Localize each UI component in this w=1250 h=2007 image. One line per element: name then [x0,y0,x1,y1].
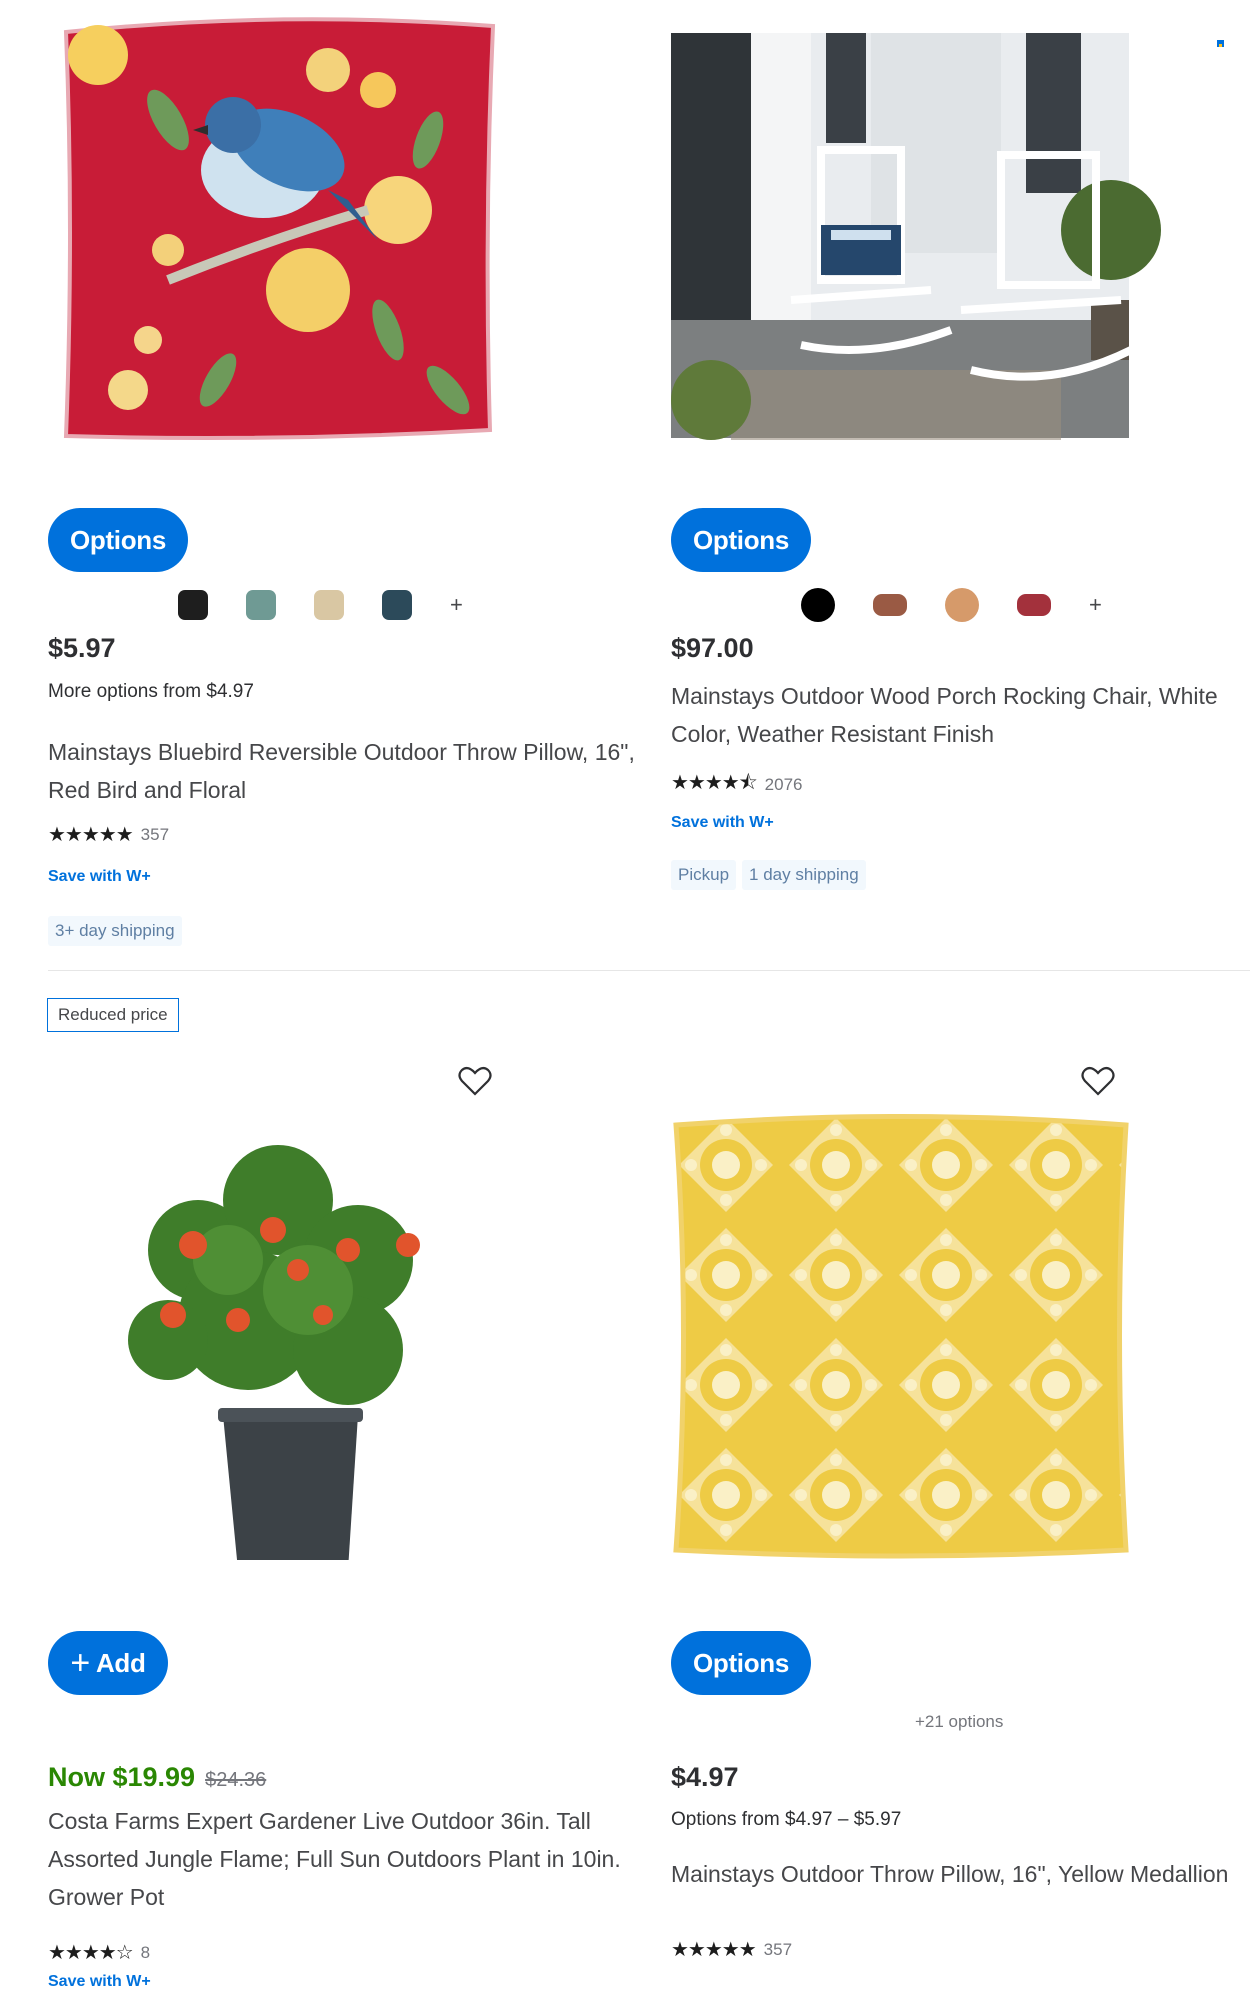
options-button[interactable]: Options [671,1631,811,1695]
save-with-wplus[interactable]: Save with W+ [671,814,774,832]
product-title[interactable]: Costa Farms Expert Gardener Live Outdoor… [48,1802,638,1916]
rating: ★★★★★ 357 [671,1937,792,1962]
shipping-tag: 3+ day shipping [48,916,182,946]
rocking-chair-image [671,33,1161,440]
stars-icon: ★★★★☆ [48,1942,134,1964]
more-options-text: More options from $4.97 [48,681,254,702]
stars-icon: ★★★★★ [671,1939,757,1961]
review-count: 357 [763,1939,793,1959]
stars-icon: ★★★★⯪ [671,772,758,794]
options-range: Options from $4.97 – $5.97 [671,1809,902,1830]
reduced-price-badge: Reduced price [47,998,179,1032]
save-with-wplus[interactable]: Save with W+ [48,868,151,886]
review-count: 357 [140,824,170,844]
price: Now $19.99 $24.36 [48,1762,266,1793]
plant-image [128,1145,420,1560]
swatch-brown[interactable] [873,594,907,616]
product-image[interactable] [671,0,1171,470]
price: $5.97 [48,633,116,663]
add-button-label: Add [95,1647,146,1678]
product-image[interactable] [48,0,548,470]
product-image[interactable] [671,1110,1171,1580]
shipping-tags: 3+ day shipping [48,916,182,946]
rating: ★★★★★ 357 [48,822,169,847]
swatch-beige[interactable] [314,590,344,620]
rating: ★★★★⯪ 2076 [671,768,803,802]
bluebird-pillow-image [63,17,496,440]
status-dot-icon [1217,40,1224,47]
swatch-tan[interactable] [945,588,979,622]
color-swatches: + [178,590,463,620]
row-divider [48,970,1250,971]
review-count: 8 [140,1942,151,1962]
stars-icon: ★★★★★ [48,824,134,846]
price-was: $24.36 [205,1769,267,1791]
options-button[interactable]: Options [671,508,811,572]
color-swatches: + [801,588,1102,622]
swatch-black[interactable] [178,590,208,620]
swatch-teal[interactable] [246,590,276,620]
options-button[interactable]: Options [48,508,188,572]
product-title[interactable]: Mainstays Outdoor Throw Pillow, 16", Yel… [671,1855,1250,1893]
product-title[interactable]: Mainstays Outdoor Wood Porch Rocking Cha… [671,677,1250,753]
rating: ★★★★☆ 8 [48,1940,150,1965]
plus-icon: + [70,1644,90,1682]
swatch-navy[interactable] [382,590,412,620]
shipping-tag: 1 day shipping [742,860,866,890]
price-now: Now $19.99 [48,1762,196,1792]
price: $97.00 [671,633,754,663]
add-to-cart-button[interactable]: + Add [48,1631,168,1695]
product-title[interactable]: Mainstays Bluebird Reversible Outdoor Th… [48,733,638,809]
review-count: 2076 [764,775,803,794]
swatch-black[interactable] [801,588,835,622]
swatch-red[interactable] [1017,594,1051,616]
more-swatches-icon[interactable]: + [450,592,463,618]
pickup-tag: Pickup [671,860,737,890]
shipping-tags: Pickup 1 day shipping [671,860,866,890]
heart-icon[interactable] [1080,1063,1116,1099]
product-image[interactable] [48,1090,548,1560]
yellow-pillow-image [673,1114,1129,1559]
save-with-wplus[interactable]: Save with W+ [48,1973,151,1991]
options-count[interactable]: +21 options [915,1712,1003,1732]
more-swatches-icon[interactable]: + [1089,592,1102,618]
price: $4.97 [671,1762,739,1792]
